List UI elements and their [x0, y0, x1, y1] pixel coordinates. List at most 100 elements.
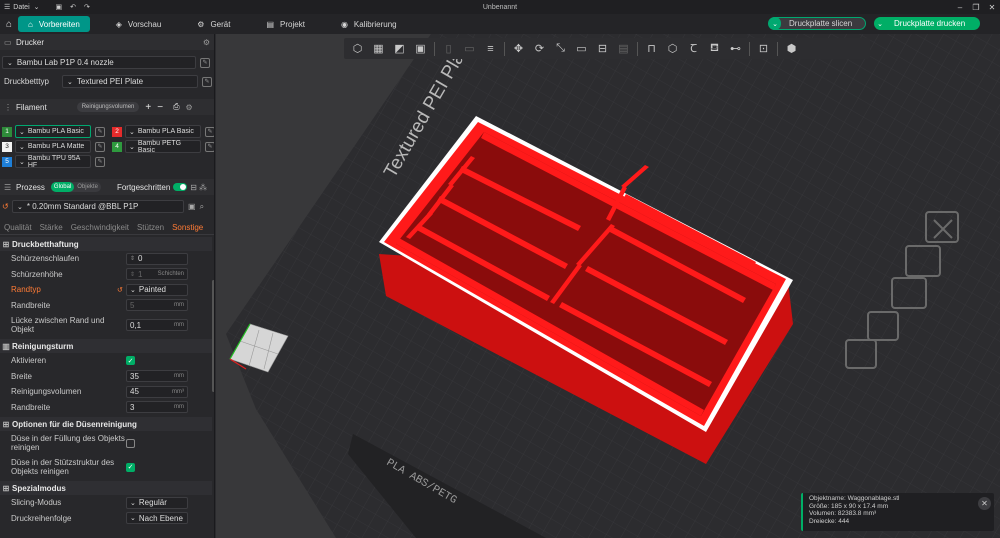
printer-select[interactable]: ⌄ Bambu Lab P1P 0.4 nozzle [2, 56, 196, 69]
close-window-icon[interactable]: ✕ [984, 0, 1000, 14]
filament-select[interactable]: ⌄ Bambu PLA Basic [125, 125, 201, 138]
settings-scrollbar[interactable] [212, 280, 214, 392]
save-icon[interactable]: ▣ [188, 202, 196, 211]
toggle-objects[interactable]: Objekte [74, 184, 101, 190]
rotate-icon[interactable]: ⟳ [529, 40, 550, 57]
bed-type-select[interactable]: ⌄ Textured PEI Plate [62, 75, 198, 88]
compare-icon[interactable]: ⊟ [190, 183, 197, 192]
tab-label: Vorbereiten [38, 19, 80, 29]
advanced-toggle[interactable] [173, 183, 188, 191]
text-icon[interactable]: Ꞇ [683, 40, 704, 57]
lay-on-face-icon[interactable]: ▭ [571, 40, 592, 57]
variable-layer-icon[interactable]: ⬢ [781, 40, 802, 57]
option-value: 0 [138, 254, 143, 264]
sync-icon[interactable]: ⎙ [173, 102, 179, 112]
layers-icon[interactable]: ≡ [480, 40, 501, 57]
tab-speed[interactable]: Geschwindigkeit [71, 223, 129, 232]
split-objects-icon[interactable]: ▯ [438, 40, 459, 57]
prime-brim-input[interactable]: 3 mm [126, 401, 188, 414]
toggle-global[interactable]: Global [50, 182, 75, 192]
prime-width-input[interactable]: 35 mm [126, 370, 188, 383]
edit-icon[interactable]: ✎ [95, 156, 105, 167]
skirt-loops-input[interactable]: ⇕ 0 [126, 252, 188, 265]
seam-paint-icon[interactable]: ⬡ [662, 40, 683, 57]
chevron-down-icon[interactable]: ⌄ [874, 17, 886, 30]
print-plate-button[interactable]: ⌄ Druckplatte drucken [874, 17, 980, 30]
color-paint-icon[interactable]: ⛾ [704, 40, 725, 57]
assembly-icon[interactable]: ⊡ [753, 40, 774, 57]
tab-label: Projekt [280, 19, 305, 29]
reset-icon[interactable]: ↺ [117, 286, 123, 294]
arrange-icon[interactable]: ▣ [410, 40, 431, 57]
filament-select[interactable]: ⌄ Bambu PETG Basic [125, 140, 201, 154]
scale-icon[interactable]: ⤡ [550, 40, 571, 57]
skirt-height-input[interactable]: ⇕ 1 Schichten [126, 268, 188, 281]
measure-icon[interactable]: ⊷ [725, 40, 746, 57]
option-slicing-mode: Slicing-Modus ⌄ Regulär [0, 495, 212, 511]
home-icon[interactable]: ⌂ [0, 14, 18, 34]
prime-volume-input[interactable]: 45 mm³ [126, 385, 188, 398]
spin-icon[interactable]: ⇕ [130, 271, 135, 278]
tab-project[interactable]: ▤ Projekt [256, 16, 314, 32]
close-icon[interactable]: ✕ [978, 497, 991, 510]
chevron-down-icon[interactable]: ⌄ [769, 17, 781, 30]
flush-volume-button[interactable]: Reinigungsvolumen [76, 102, 140, 112]
slice-plate-button[interactable]: ⌄ Druckplatte slicen [768, 17, 866, 30]
global-objects-toggle[interactable]: Global Objekte [50, 182, 101, 192]
gear-icon[interactable]: ⚙ [203, 38, 210, 47]
cut-icon[interactable]: ⊟ [592, 40, 613, 57]
tab-calibration[interactable]: ◉ Kalibrierung [331, 16, 407, 32]
minimize-icon[interactable]: – [952, 0, 968, 14]
search-icon[interactable]: ⌕ [200, 202, 204, 212]
mesh-boolean-icon[interactable]: ▤ [613, 40, 634, 57]
edit-icon[interactable]: ✎ [202, 76, 212, 87]
filament-select[interactable]: ⌄ Bambu PLA Matte [15, 140, 91, 153]
edit-icon[interactable]: ✎ [200, 57, 210, 68]
option-brim-width: Randbreite 5 mm [0, 298, 212, 314]
add-plate-icon[interactable]: ▦ [368, 40, 389, 57]
remove-icon[interactable]: − [157, 102, 163, 113]
group-bed-adhesion: ⊞ Druckbetthaftung [0, 237, 212, 251]
group-prime-tower: ▥ Reinigungsturm [0, 339, 212, 353]
add-object-icon[interactable]: ⬡ [347, 40, 368, 57]
option-prime-volume: Reinigungsvolumen 45 mm³ [0, 384, 212, 400]
edit-icon[interactable]: ✎ [95, 141, 105, 152]
filament-select[interactable]: ⌄ Bambu PLA Basic [15, 125, 91, 138]
wand-icon[interactable]: ⁂ [199, 183, 207, 192]
tab-support[interactable]: Stützen [137, 223, 164, 232]
undo-icon[interactable]: ↶ [66, 3, 80, 11]
restore-icon[interactable]: ❐ [968, 0, 984, 14]
edit-icon[interactable]: ✎ [95, 126, 105, 137]
tab-prepare[interactable]: ⌂ Vorbereiten [18, 16, 90, 32]
save-icon[interactable]: ▣ [52, 3, 67, 11]
split-parts-icon[interactable]: ▭ [459, 40, 480, 57]
filament-select[interactable]: ⌄ Bambu TPU 95A HF [15, 155, 91, 169]
add-icon[interactable]: + [145, 102, 151, 113]
tab-others[interactable]: Sonstige [172, 223, 203, 232]
brim-width-input[interactable]: 5 mm [126, 299, 188, 312]
slicing-mode-select[interactable]: ⌄ Regulär [126, 496, 188, 509]
prime-enable-checkbox[interactable]: ✓ [126, 356, 135, 366]
app-menu[interactable]: ☰ Datei ⌄ [0, 3, 44, 12]
move-icon[interactable]: ✥ [508, 40, 529, 57]
tab-device[interactable]: ⚙ Gerät [187, 16, 240, 32]
chevron-down-icon: ⌄ [130, 515, 136, 523]
edit-icon[interactable]: ✎ [205, 126, 214, 137]
support-paint-icon[interactable]: ⊓ [641, 40, 662, 57]
separator [777, 41, 778, 56]
gear-icon[interactable]: ⚙ [185, 103, 192, 112]
edit-icon[interactable]: ✎ [205, 141, 214, 152]
brim-gap-input[interactable]: 0,1 mm [126, 319, 188, 331]
process-preset-select[interactable]: ⌄ * 0.20mm Standard @BBL P1P [12, 200, 184, 213]
3d-viewport[interactable]: Textured PEI Plate PLA ABS/PETG [216, 34, 1000, 538]
brim-type-select[interactable]: ⌄ Painted [126, 283, 188, 296]
flush-support-checkbox[interactable]: ✓ [126, 462, 135, 472]
tab-strength[interactable]: Stärke [40, 223, 63, 232]
print-order-select[interactable]: ⌄ Nach Ebene [126, 512, 188, 525]
spin-icon[interactable]: ⇕ [130, 255, 135, 262]
orient-icon[interactable]: ◩ [389, 40, 410, 57]
flush-infill-checkbox[interactable] [126, 438, 135, 448]
tab-preview[interactable]: ◈ Vorschau [106, 16, 172, 32]
tab-quality[interactable]: Qualität [4, 223, 32, 232]
redo-icon[interactable]: ↷ [80, 3, 94, 11]
